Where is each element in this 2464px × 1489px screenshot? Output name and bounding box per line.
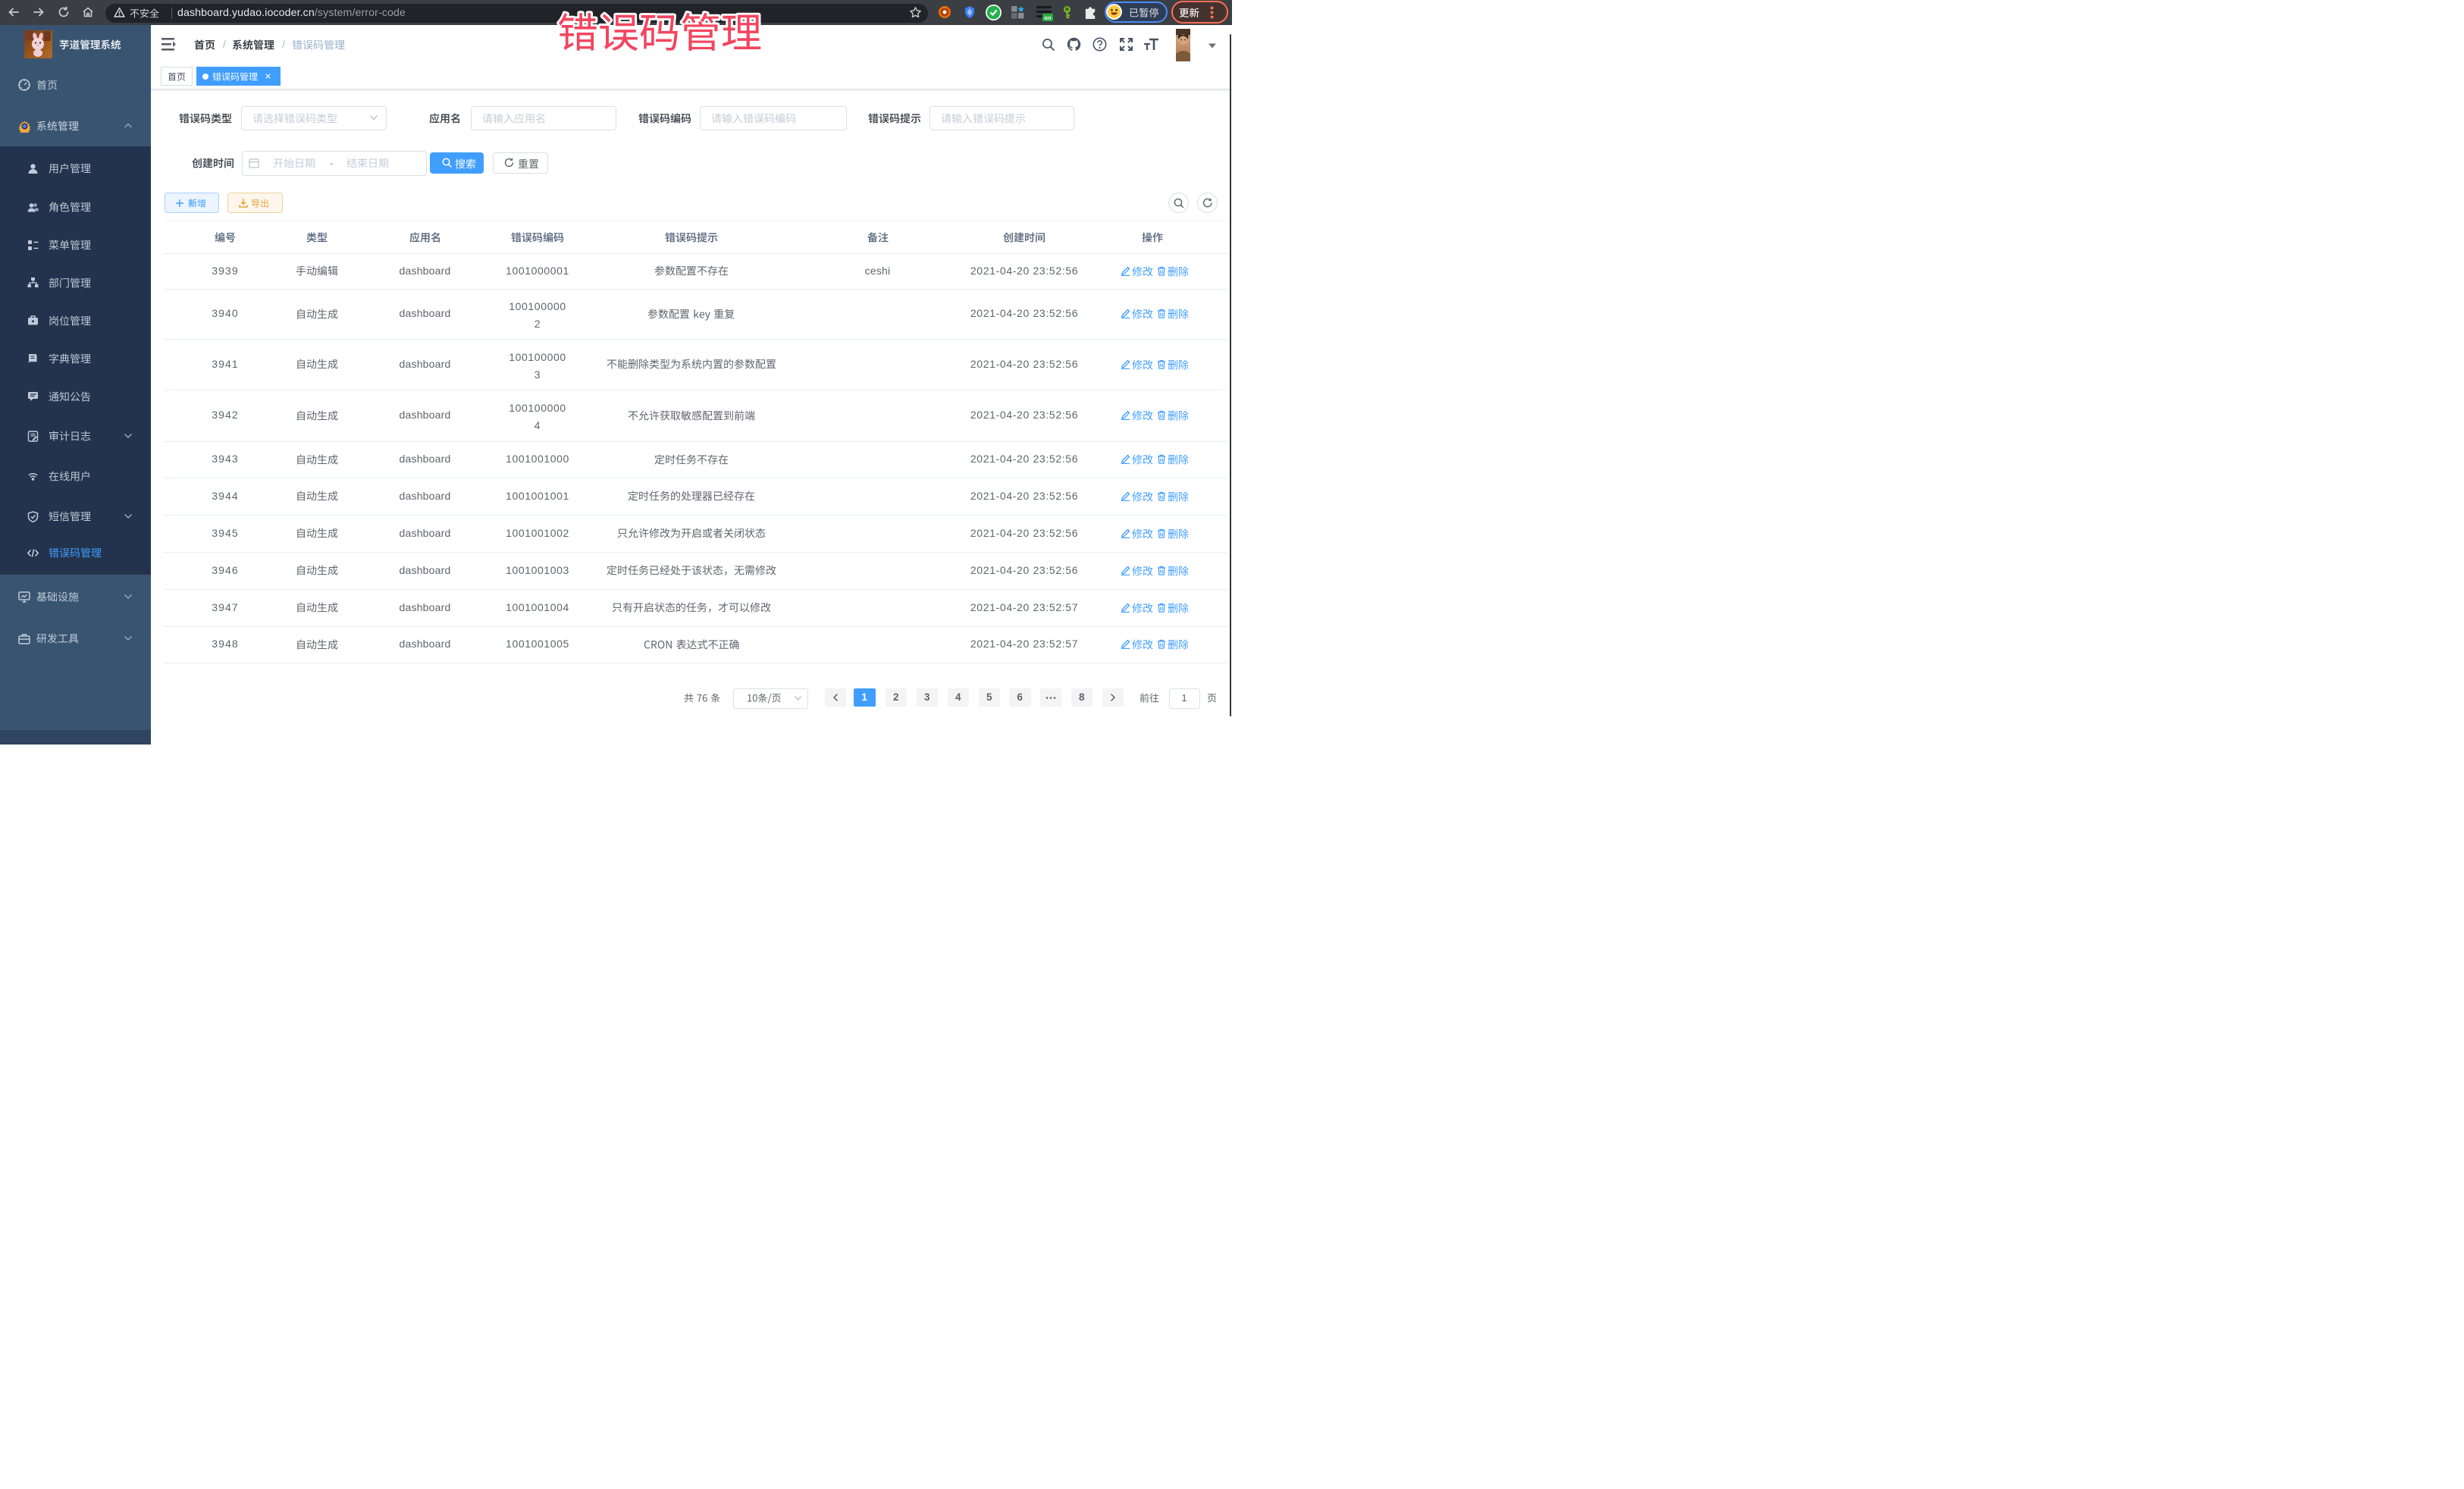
svg-text:on: on bbox=[1044, 14, 1052, 21]
